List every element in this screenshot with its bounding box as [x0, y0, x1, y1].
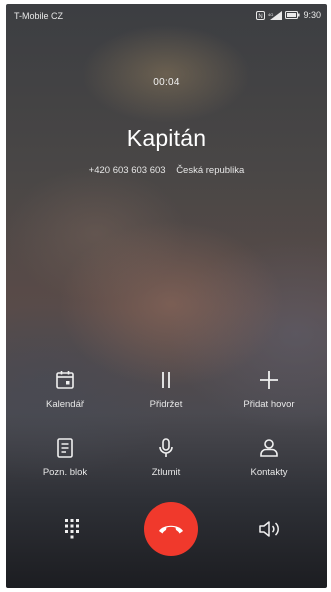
contacts-button[interactable]: Kontakty: [224, 436, 314, 490]
caller-name: Kapitán: [126, 125, 207, 151]
plus-icon: [260, 371, 278, 389]
status-icons: N 4G 9:30: [256, 10, 321, 20]
notepad-icon: [57, 438, 73, 458]
caller-location: Česká republika: [176, 165, 245, 176]
calendar-label: Kalendář: [45, 399, 85, 410]
caller-number: +420 603 603 603: [88, 165, 166, 176]
carrier-name: T-Mobile CZ: [14, 11, 64, 21]
mute-button[interactable]: Ztlumit: [121, 436, 211, 490]
speaker-icon: [259, 521, 279, 537]
caller-info: +420 603 603 603 Česká republika: [6, 165, 327, 176]
contacts-label: Kontakty: [250, 467, 288, 478]
calendar-icon: [56, 371, 74, 389]
end-call-button[interactable]: [144, 502, 198, 556]
call-timer: 00:04: [153, 77, 180, 88]
notepad-button[interactable]: Pozn. blok: [20, 436, 110, 490]
contacts-icon: [260, 439, 278, 457]
call-screen: T-Mobile CZ N 4G 9:30 00:04 Kapitán +420…: [6, 4, 327, 588]
speaker-button[interactable]: [257, 518, 283, 545]
notepad-label: Pozn. blok: [42, 467, 88, 478]
add-call-button[interactable]: Přidat hovor: [224, 368, 314, 422]
signal-icon: 4G: [268, 10, 283, 20]
hold-button[interactable]: Přidržet: [121, 368, 211, 422]
svg-text:N: N: [259, 14, 263, 20]
hold-label: Přidržet: [149, 399, 183, 410]
battery-icon: [285, 11, 301, 19]
mute-label: Ztlumit: [151, 467, 181, 478]
dialpad-button[interactable]: [62, 517, 82, 546]
microphone-icon: [159, 438, 173, 457]
end-call-icon: [159, 525, 183, 534]
calendar-button[interactable]: Kalendář: [20, 368, 110, 422]
add-call-label: Přidat hovor: [243, 399, 295, 410]
status-bar: T-Mobile CZ N 4G 9:30: [6, 4, 327, 26]
nfc-icon: N: [256, 10, 266, 20]
status-time: 9:30: [303, 10, 321, 20]
pause-icon: [162, 372, 170, 388]
dialpad-icon: [65, 519, 79, 539]
svg-text:4G: 4G: [268, 12, 273, 17]
